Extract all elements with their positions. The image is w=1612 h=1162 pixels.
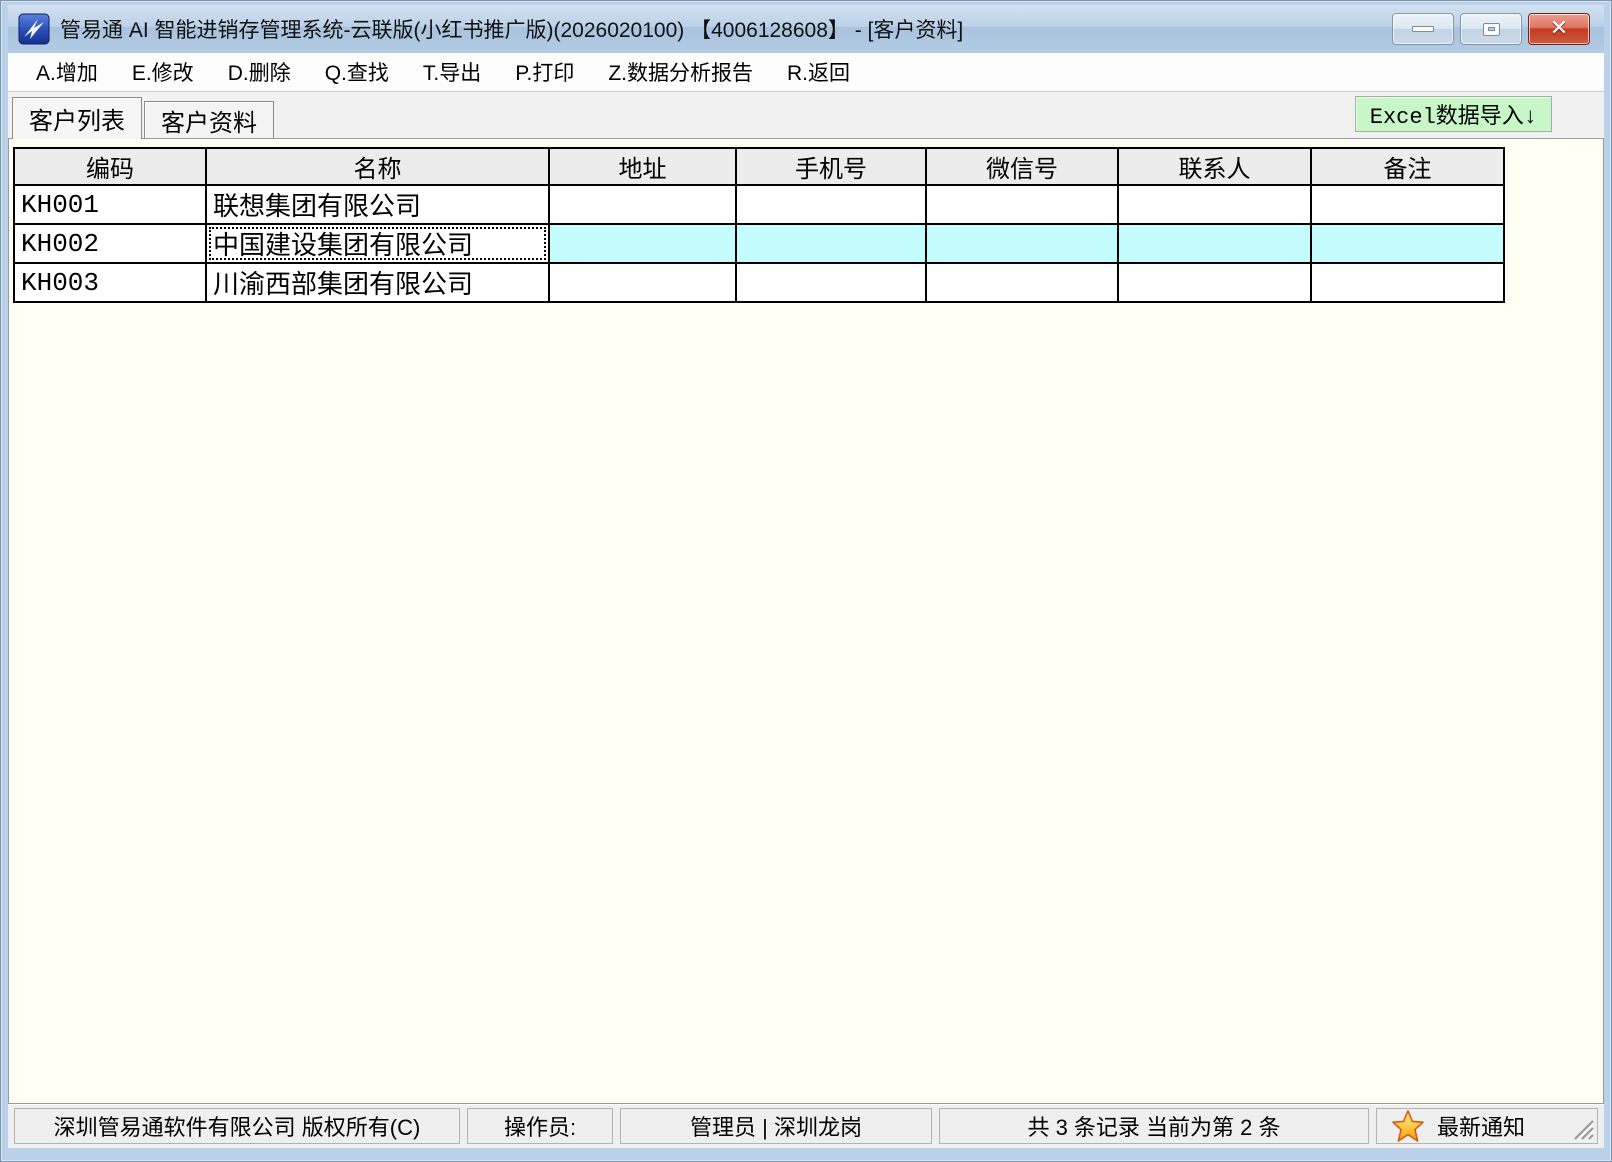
menu-delete[interactable]: D.删除	[228, 57, 291, 87]
cell-name[interactable]: 川渝西部集团有限公司	[206, 263, 549, 302]
cell-address[interactable]	[549, 185, 736, 224]
cell-note[interactable]	[1311, 224, 1504, 263]
cell-phone[interactable]	[736, 263, 926, 302]
customer-table: 编码 名称 地址 手机号 微信号 联系人 备注 KH001 联想集团有限公司	[13, 147, 1505, 303]
table-header-row: 编码 名称 地址 手机号 微信号 联系人 备注	[14, 148, 1504, 185]
title-bar: 管易通 AI 智能进销存管理系统-云联版(小红书推广版)(2026020100)…	[8, 5, 1604, 53]
cell-address[interactable]	[549, 263, 736, 302]
menu-add[interactable]: A.增加	[36, 57, 98, 87]
minimize-icon	[1412, 26, 1434, 32]
status-record-info: 共 3 条记录 当前为第 2 条	[939, 1108, 1369, 1144]
cell-name[interactable]: 联想集团有限公司	[206, 185, 549, 224]
tab-control: 客户列表 客户资料 Excel数据导入↓ 编码 名称 地址 手机号 微信号	[8, 92, 1604, 1104]
close-button[interactable]: ✕	[1528, 13, 1590, 45]
cell-wechat[interactable]	[926, 224, 1118, 263]
header-note[interactable]: 备注	[1311, 148, 1504, 185]
excel-import-button[interactable]: Excel数据导入↓	[1355, 96, 1552, 132]
menu-return[interactable]: R.返回	[787, 57, 850, 87]
close-icon: ✕	[1550, 18, 1568, 40]
status-notice-panel[interactable]: 最新通知	[1376, 1108, 1598, 1144]
cell-contact[interactable]	[1118, 224, 1311, 263]
header-address[interactable]: 地址	[549, 148, 736, 185]
menu-bar: A.增加 E.修改 D.删除 Q.查找 T.导出 P.打印 Z.数据分析报告 R…	[8, 53, 1604, 92]
app-window: 管易通 AI 智能进销存管理系统-云联版(小红书推广版)(2026020100)…	[0, 0, 1612, 1162]
minimize-button[interactable]	[1392, 13, 1454, 45]
star-icon	[1391, 1109, 1425, 1143]
status-operator-label: 操作员:	[467, 1108, 613, 1144]
status-bar: 深圳管易通软件有限公司 版权所有(C) 操作员: 管理员 | 深圳龙岗 共 3 …	[8, 1104, 1604, 1148]
menu-find[interactable]: Q.查找	[325, 57, 389, 87]
status-operator-value: 管理员 | 深圳龙岗	[620, 1108, 932, 1144]
customer-list-page: 编码 名称 地址 手机号 微信号 联系人 备注 KH001 联想集团有限公司	[8, 138, 1604, 1104]
status-copyright: 深圳管易通软件有限公司 版权所有(C)	[14, 1108, 460, 1144]
menu-report[interactable]: Z.数据分析报告	[608, 57, 753, 87]
menu-print[interactable]: P.打印	[515, 57, 574, 87]
cell-note[interactable]	[1311, 185, 1504, 224]
cell-phone[interactable]	[736, 185, 926, 224]
tab-customer-info[interactable]: 客户资料	[144, 101, 274, 138]
window-controls: ✕	[1392, 13, 1590, 45]
header-contact[interactable]: 联系人	[1118, 148, 1311, 185]
table-row-selected: KH002 中国建设集团有限公司	[14, 224, 1504, 263]
cell-wechat[interactable]	[926, 185, 1118, 224]
cell-name-focused[interactable]: 中国建设集团有限公司	[206, 224, 549, 263]
app-logo-icon	[18, 13, 50, 45]
cell-code[interactable]: KH003	[14, 263, 206, 302]
cell-address[interactable]	[549, 224, 736, 263]
tab-strip: 客户列表 客户资料 Excel数据导入↓	[8, 92, 1604, 138]
maximize-button[interactable]	[1460, 13, 1522, 45]
cell-code[interactable]: KH002	[14, 224, 206, 263]
menu-edit[interactable]: E.修改	[132, 57, 194, 87]
cell-phone[interactable]	[736, 224, 926, 263]
header-wechat[interactable]: 微信号	[926, 148, 1118, 185]
cell-code[interactable]: KH001	[14, 185, 206, 224]
cell-contact[interactable]	[1118, 263, 1311, 302]
menu-export[interactable]: T.导出	[423, 57, 481, 87]
header-phone[interactable]: 手机号	[736, 148, 926, 185]
maximize-icon	[1483, 23, 1500, 36]
status-notice-label[interactable]: 最新通知	[1437, 1110, 1525, 1142]
table-row: KH001 联想集团有限公司	[14, 185, 1504, 224]
cell-contact[interactable]	[1118, 185, 1311, 224]
resize-grip-icon[interactable]	[1569, 1115, 1595, 1141]
table-row: KH003 川渝西部集团有限公司	[14, 263, 1504, 302]
header-name[interactable]: 名称	[206, 148, 549, 185]
cell-wechat[interactable]	[926, 263, 1118, 302]
header-code[interactable]: 编码	[14, 148, 206, 185]
cell-note[interactable]	[1311, 263, 1504, 302]
tab-customer-list[interactable]: 客户列表	[12, 97, 142, 139]
window-title: 管易通 AI 智能进销存管理系统-云联版(小红书推广版)(2026020100)…	[60, 14, 963, 44]
